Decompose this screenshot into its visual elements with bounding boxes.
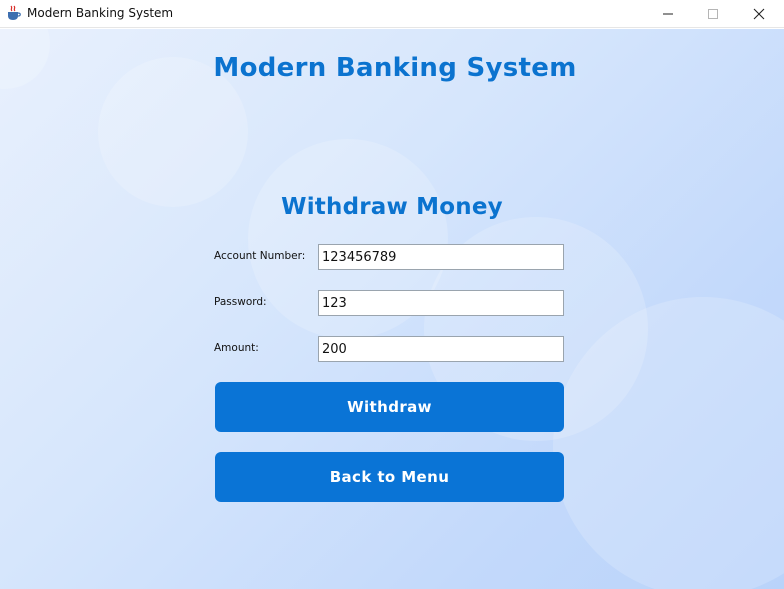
minimize-button[interactable] [645, 0, 691, 28]
main-panel: Modern Banking System Withdraw Money Acc… [0, 29, 784, 589]
app-title: Modern Banking System [213, 53, 577, 83]
window-title: Modern Banking System [27, 6, 174, 20]
withdraw-button[interactable]: Withdraw [215, 382, 564, 432]
amount-label: Amount: [214, 342, 259, 354]
close-icon [753, 8, 765, 20]
section-title: Withdraw Money [281, 194, 503, 220]
maximize-icon [708, 9, 718, 19]
password-input[interactable] [318, 290, 564, 316]
account-number-input[interactable] [318, 244, 564, 270]
minimize-icon [663, 13, 673, 15]
close-button[interactable] [736, 0, 782, 28]
account-number-label: Account Number: [214, 250, 306, 262]
back-to-menu-button[interactable]: Back to Menu [215, 452, 564, 502]
amount-input[interactable] [318, 336, 564, 362]
password-label: Password: [214, 296, 267, 308]
java-coffee-cup-icon [7, 5, 21, 21]
maximize-button[interactable] [690, 0, 736, 28]
window-titlebar[interactable]: Modern Banking System [0, 0, 784, 28]
